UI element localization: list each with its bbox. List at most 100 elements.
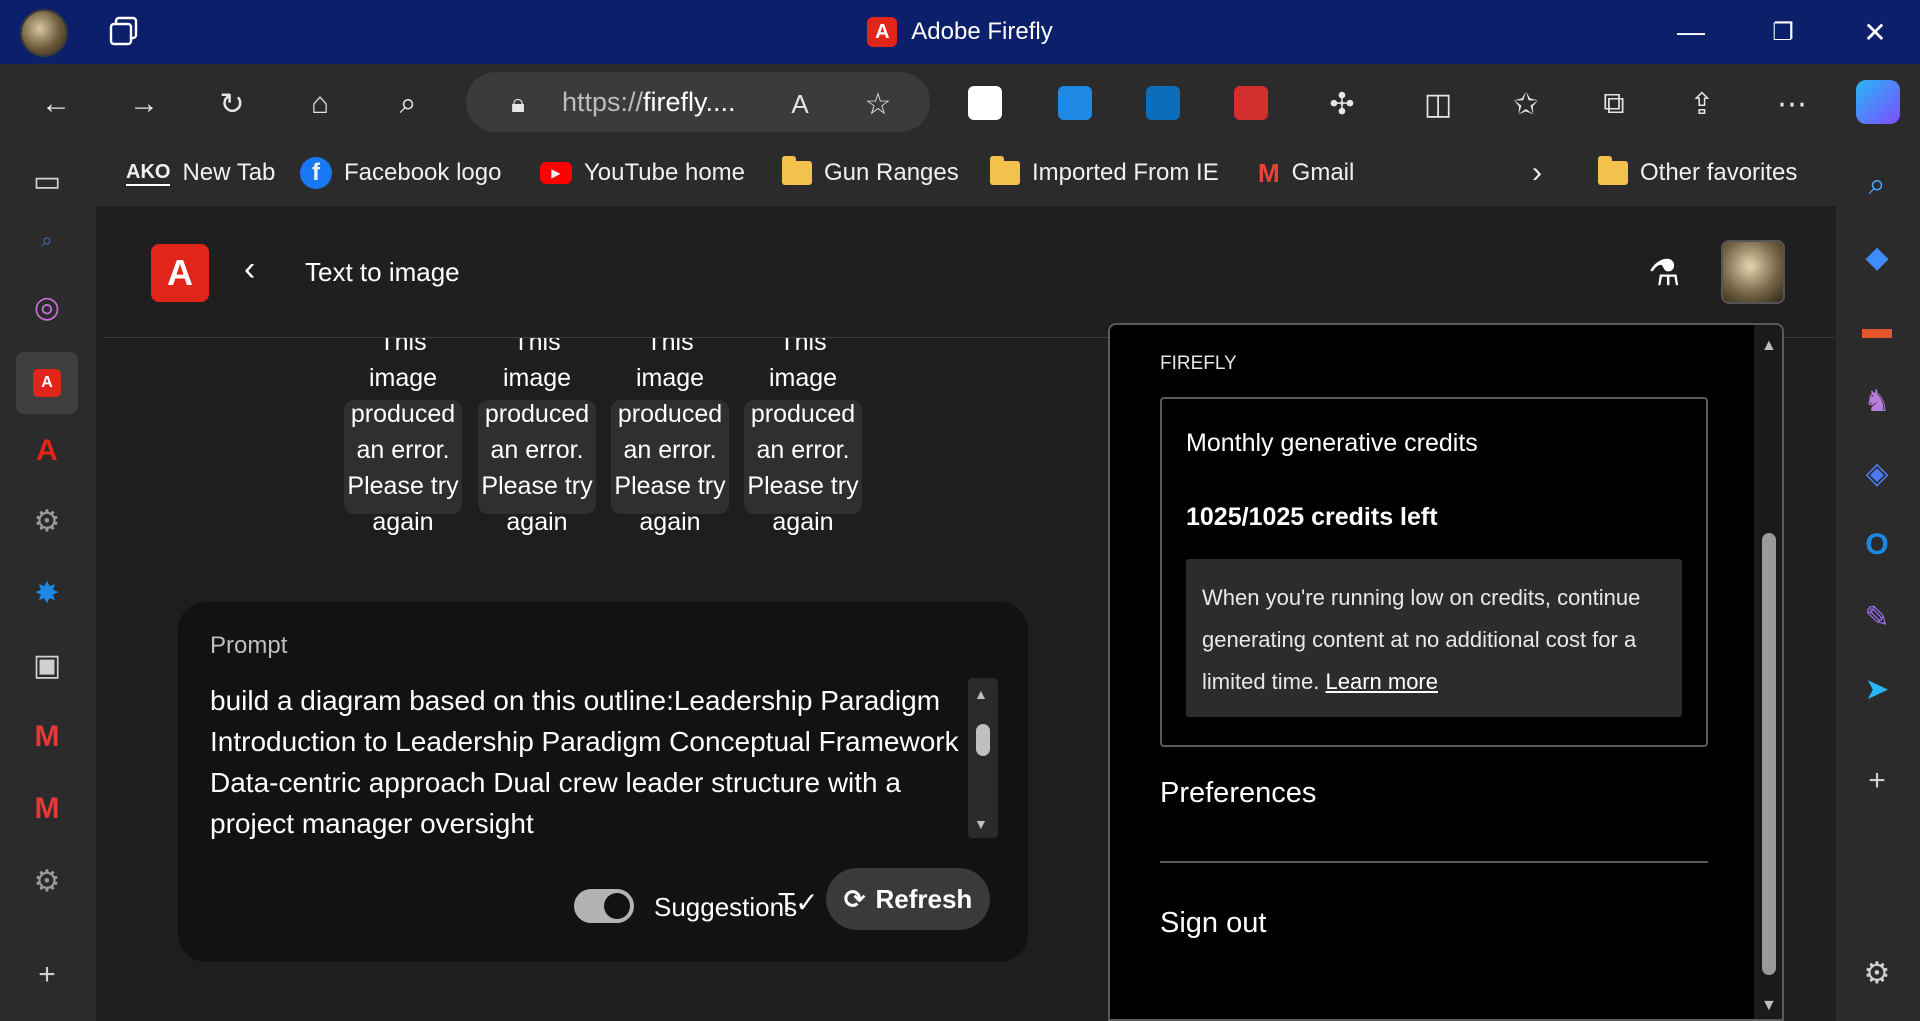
thumbnail-error-text: This image produced an error. Please try… xyxy=(481,338,593,536)
favorite-new-tab[interactable]: AKO New Tab xyxy=(126,153,275,193)
favorite-label: Facebook logo xyxy=(344,159,502,186)
home-icon[interactable]: ⌂ xyxy=(298,82,342,126)
extension-tab-icon[interactable]: ✸ xyxy=(24,570,70,616)
scroll-down-arrow-icon[interactable]: ▼ xyxy=(1761,997,1777,1015)
add-sidebar-app-icon[interactable]: + xyxy=(1854,758,1900,804)
read-aloud-icon[interactable]: A xyxy=(778,82,822,126)
thumbnail-error-text: This image produced an error. Please try… xyxy=(347,338,459,536)
prompt-scrollbar[interactable]: ▲ ▼ xyxy=(968,678,998,838)
scroll-thumb[interactable] xyxy=(1762,533,1776,975)
star-extension-icon[interactable] xyxy=(1146,86,1180,120)
app-header: A ‹ Text to image ⚗ xyxy=(104,210,1834,338)
popover-scrollbar[interactable]: ▲ ▼ xyxy=(1754,325,1782,1019)
sidebar-toggle-icon[interactable]: ▭ xyxy=(24,158,70,204)
gmail-icon: M xyxy=(1258,157,1280,188)
designer-icon[interactable]: ✎ xyxy=(1854,594,1900,640)
folder-icon xyxy=(990,156,1020,185)
image-thumbnail-error[interactable]: This image produced an error. Please try… xyxy=(611,338,729,602)
credits-note: When you're running low on credits, cont… xyxy=(1186,559,1682,717)
creative-cloud-tab-icon[interactable]: ◎ xyxy=(24,284,70,330)
learn-more-link[interactable]: Learn more xyxy=(1325,669,1438,694)
preferences-menu-item[interactable]: Preferences xyxy=(1160,777,1316,810)
favorite-imported-from-ie[interactable]: Imported From IE xyxy=(990,153,1219,193)
page-title: Text to image xyxy=(305,257,460,287)
rocket-extension-icon[interactable] xyxy=(1234,86,1268,120)
favorite-facebook[interactable]: f Facebook logo xyxy=(300,153,501,193)
folder-icon xyxy=(782,156,812,185)
refresh-button[interactable]: ⟳ Refresh xyxy=(826,868,990,930)
firefly-tab-active[interactable]: A xyxy=(16,352,78,414)
shopping-tag-icon[interactable]: ◆ xyxy=(1854,234,1900,280)
back-icon[interactable]: ← xyxy=(34,82,78,126)
favorites-icon[interactable]: ✩ xyxy=(1504,82,1548,126)
favorite-label: Other favorites xyxy=(1640,159,1798,186)
suggestions-label: Suggestions xyxy=(654,892,798,922)
more-menu-icon[interactable]: ⋯ xyxy=(1770,82,1814,126)
search-tab-icon[interactable]: ⌕ xyxy=(24,218,70,264)
refresh-label: Refresh xyxy=(875,883,973,914)
wallet-tab-icon[interactable]: ▣ xyxy=(24,642,70,688)
youtube-icon: ▶ xyxy=(540,162,572,184)
mcafee-tab-icon-2[interactable]: M xyxy=(24,786,70,832)
favorite-other-favorites[interactable]: Other favorites xyxy=(1598,153,1797,193)
prompt-textarea[interactable]: build a diagram based on this outline:Le… xyxy=(210,680,960,842)
favorite-label: YouTube home xyxy=(584,159,746,186)
sidebar-search-icon[interactable]: ⌕ xyxy=(1854,162,1900,208)
reload-icon[interactable]: ↻ xyxy=(210,82,254,126)
send-icon[interactable]: ➤ xyxy=(1854,666,1900,712)
ako-icon: AKO xyxy=(126,161,171,186)
favorite-gmail[interactable]: M Gmail xyxy=(1258,153,1354,193)
image-thumbnail-error[interactable]: This image produced an error. Please try… xyxy=(478,338,596,602)
restore-button[interactable]: ❐ xyxy=(1738,0,1828,64)
forward-icon[interactable]: → xyxy=(122,82,166,126)
suggestions-toggle[interactable] xyxy=(574,889,634,923)
favorite-star-icon[interactable]: ☆ xyxy=(856,82,900,126)
favorites-overflow-chevron-icon[interactable]: › xyxy=(1532,153,1542,193)
lock-icon[interactable]: 🔒︎ xyxy=(496,82,540,126)
favorite-label: Imported From IE xyxy=(1032,159,1219,186)
url-host: firefly.... xyxy=(643,86,736,117)
share-icon[interactable]: ⇪ xyxy=(1680,82,1724,126)
password-manager-extension-icon[interactable] xyxy=(968,86,1002,120)
copilot-icon[interactable] xyxy=(1856,80,1900,124)
sign-out-menu-item[interactable]: Sign out xyxy=(1160,907,1266,940)
back-chevron-icon[interactable]: ‹ xyxy=(244,250,255,289)
account-avatar[interactable] xyxy=(1721,240,1785,304)
image-thumbnail-error[interactable]: This image produced an error. Please try… xyxy=(744,338,862,602)
close-button[interactable]: ✕ xyxy=(1830,0,1920,64)
window-titlebar: A Adobe Firefly — ❐ ✕ xyxy=(0,0,1920,64)
scroll-up-arrow-icon[interactable]: ▲ xyxy=(974,686,988,702)
scroll-up-arrow-icon[interactable]: ▲ xyxy=(1761,337,1777,355)
labs-flask-icon[interactable]: ⚗ xyxy=(1648,252,1680,294)
extensions-puzzle-icon[interactable]: ✣ xyxy=(1320,82,1364,126)
settings-tab-icon[interactable]: ⚙ xyxy=(24,498,70,544)
search-icon[interactable]: ⌕ xyxy=(386,82,430,126)
prompt-card: Prompt build a diagram based on this out… xyxy=(178,602,1028,962)
minimize-button[interactable]: — xyxy=(1646,0,1736,64)
toggle-knob xyxy=(604,893,630,919)
favorite-label: New Tab xyxy=(182,159,276,186)
collections-icon[interactable]: ⧉ xyxy=(1592,82,1636,126)
cloud-extension-icon[interactable] xyxy=(1058,86,1092,120)
games-chess-icon[interactable]: ♞ xyxy=(1854,378,1900,424)
sidebar-settings-icon[interactable]: ⚙ xyxy=(1854,950,1900,996)
favorite-label: Gun Ranges xyxy=(824,159,959,186)
outlook-icon[interactable]: O xyxy=(1854,522,1900,568)
scroll-thumb[interactable] xyxy=(976,724,990,756)
mcafee-tab-icon[interactable]: M xyxy=(24,714,70,760)
credits-left: 1025/1025 credits left xyxy=(1186,503,1438,531)
new-tab-plus-icon[interactable]: + xyxy=(24,952,70,998)
favorite-youtube[interactable]: ▶ YouTube home xyxy=(540,153,745,193)
copilot-sidebar-icon[interactable]: ◈ xyxy=(1854,450,1900,496)
settings-tab-icon-2[interactable]: ⚙ xyxy=(24,858,70,904)
tools-briefcase-icon[interactable]: ▬ xyxy=(1854,306,1900,352)
adobe-tab-icon[interactable]: A xyxy=(24,428,70,474)
text-check-icon[interactable]: T✓ xyxy=(778,886,819,919)
scroll-down-arrow-icon[interactable]: ▼ xyxy=(974,816,988,832)
window-title-text: Adobe Firefly xyxy=(911,18,1053,45)
vertical-tabs-rail: ▭ ⌕ ◎ A A ⚙ ✸ ▣ M M ⚙ + xyxy=(0,140,96,1021)
image-thumbnail-error[interactable]: This image produced an error. Please try… xyxy=(344,338,462,602)
split-screen-icon[interactable]: ◫ xyxy=(1416,82,1460,126)
adobe-logo-icon[interactable]: A xyxy=(151,244,209,302)
favorite-gun-ranges[interactable]: Gun Ranges xyxy=(782,153,959,193)
